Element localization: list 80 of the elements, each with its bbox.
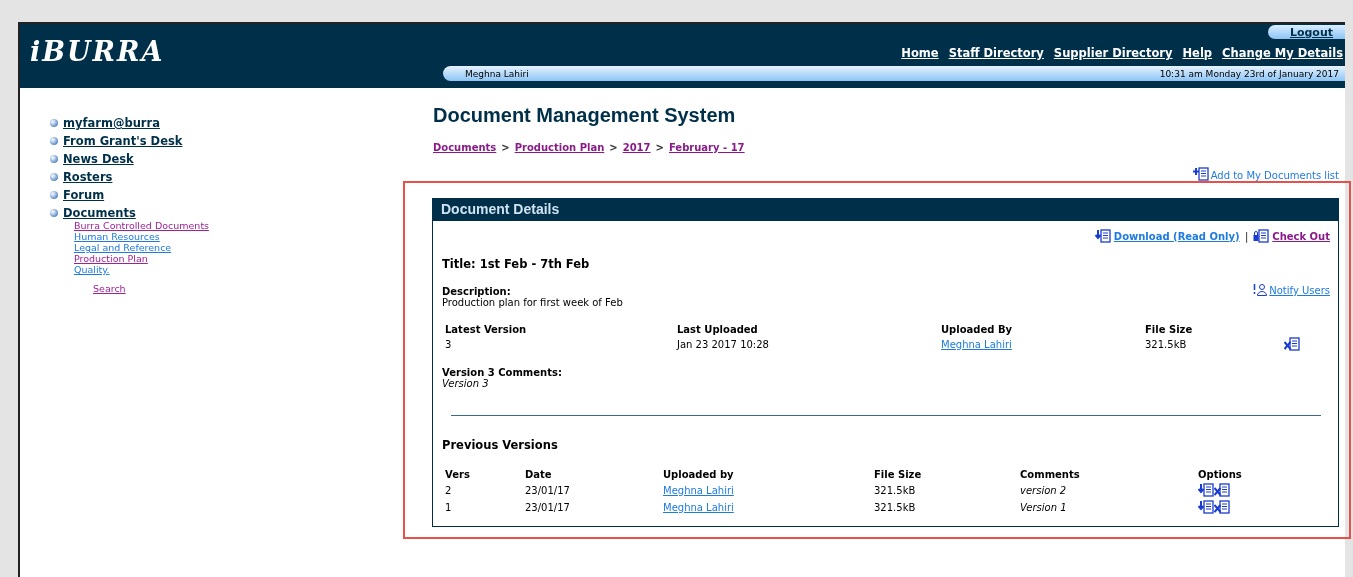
description-text: Production plan for first week of Feb	[442, 297, 623, 308]
column-header: File Size	[874, 469, 923, 480]
sidebar-item[interactable]: myfarm@burra	[63, 116, 160, 130]
table-cell-text: 321.5kB	[874, 501, 917, 513]
column-header: Comments	[1020, 469, 1081, 480]
download-link[interactable]: Download (Read Only)	[1113, 230, 1240, 242]
table-cell-text: 23/01/17	[525, 484, 571, 496]
sidebar-subitem[interactable]: Burra Controlled Documents	[74, 220, 210, 231]
sidebar-item[interactable]: Rosters	[63, 170, 113, 184]
breadcrumb-separator: >	[501, 142, 510, 153]
download-icon[interactable]	[1094, 229, 1111, 243]
sidebar-subitem[interactable]: Human Resources	[74, 231, 160, 242]
nav-link[interactable]: Help	[1182, 46, 1213, 60]
table-cell-text: 321.5kB	[874, 484, 917, 496]
date-time: 10:31 am Monday 23rd of January 2017	[1159, 68, 1339, 79]
page-title: Document Management System	[433, 104, 737, 127]
bullet-icon	[50, 119, 58, 127]
nav-link[interactable]: Supplier Directory	[1053, 46, 1173, 60]
bullet-icon	[50, 209, 58, 217]
panel-header: Document Details	[433, 198, 1338, 221]
sidebar-item[interactable]: News Desk	[63, 152, 134, 166]
breadcrumb-separator: >	[609, 142, 618, 153]
table-cell-text: 1	[445, 501, 453, 513]
table-cell-text: 23/01/17	[525, 501, 571, 513]
table-cell-text: 321.5kB	[1145, 338, 1188, 350]
table-cell-text: 3	[445, 338, 453, 350]
bullet-icon	[50, 191, 58, 199]
comments-label: Version 3 Comments:	[442, 367, 563, 378]
column-header: Last Uploaded	[677, 324, 759, 335]
description-label: Description:	[442, 286, 511, 297]
nav-link[interactable]: Home	[901, 46, 939, 60]
uploader-link[interactable]: Meghna Lahiri	[663, 501, 734, 513]
bullet-icon	[50, 137, 58, 145]
breadcrumb-link[interactable]: 2017	[622, 142, 651, 153]
column-header: Vers	[445, 469, 471, 480]
section-heading: Previous Versions	[442, 438, 559, 452]
user-name: Meghna Lahiri	[465, 68, 529, 79]
logout-button[interactable]: Logout	[1267, 25, 1345, 39]
sidebar-subitem[interactable]: Quality.	[74, 264, 110, 275]
bullet-icon	[50, 173, 58, 181]
add-document-icon[interactable]	[1192, 167, 1209, 181]
table-cell-text: version 2	[1020, 484, 1068, 496]
delete-icon[interactable]	[1214, 500, 1230, 514]
column-header: File Size	[1145, 324, 1194, 335]
uploader-link[interactable]: Meghna Lahiri	[663, 484, 734, 496]
column-header: Date	[525, 469, 553, 480]
logo: iBURRA	[29, 35, 165, 67]
sidebar-item[interactable]: Documents	[63, 206, 136, 220]
breadcrumb-link[interactable]: Production Plan	[514, 142, 605, 153]
breadcrumb-link[interactable]: Documents	[433, 142, 497, 153]
lock-document-icon[interactable]	[1253, 229, 1270, 243]
table-cell-text: Jan 23 2017 10:28	[677, 338, 770, 350]
notify-users-link[interactable]: Notify Users	[1269, 285, 1330, 296]
bullet-icon	[50, 155, 58, 163]
sidebar-item[interactable]: From Grant's Desk	[63, 134, 183, 148]
nav-link[interactable]: Change My Details	[1222, 46, 1343, 60]
column-header: Uploaded By	[941, 324, 1014, 335]
nav-link[interactable]: Staff Directory	[948, 46, 1044, 60]
sidebar-subitem[interactable]: Production Plan	[74, 253, 148, 264]
delete-icon[interactable]	[1214, 483, 1230, 497]
breadcrumb-separator: >	[655, 142, 664, 153]
download-icon[interactable]	[1198, 500, 1214, 514]
delete-icon[interactable]	[1284, 337, 1300, 351]
table-cell-text: 2	[445, 484, 453, 496]
sidebar-subitem[interactable]: Legal and Reference	[74, 242, 172, 253]
user-alert-icon[interactable]	[1253, 283, 1268, 296]
uploader-link[interactable]: Meghna Lahiri	[941, 338, 1012, 350]
table-cell-text: Version 1	[1020, 501, 1068, 513]
column-header: Latest Version	[445, 324, 528, 335]
add-to-list-link[interactable]: Add to My Documents list	[1210, 170, 1339, 181]
document-title: Title: 1st Feb - 7th Feb	[442, 257, 591, 271]
separator: |	[1244, 230, 1249, 242]
search-link[interactable]: Search	[93, 283, 126, 294]
column-header: Options	[1198, 469, 1243, 480]
comment-text: Version 3	[442, 378, 490, 389]
checkout-link[interactable]: Check Out	[1272, 230, 1330, 242]
download-icon[interactable]	[1198, 483, 1214, 497]
breadcrumb-link[interactable]: February - 17	[668, 142, 745, 153]
column-header: Uploaded by	[663, 469, 735, 480]
sidebar-item[interactable]: Forum	[63, 188, 105, 202]
